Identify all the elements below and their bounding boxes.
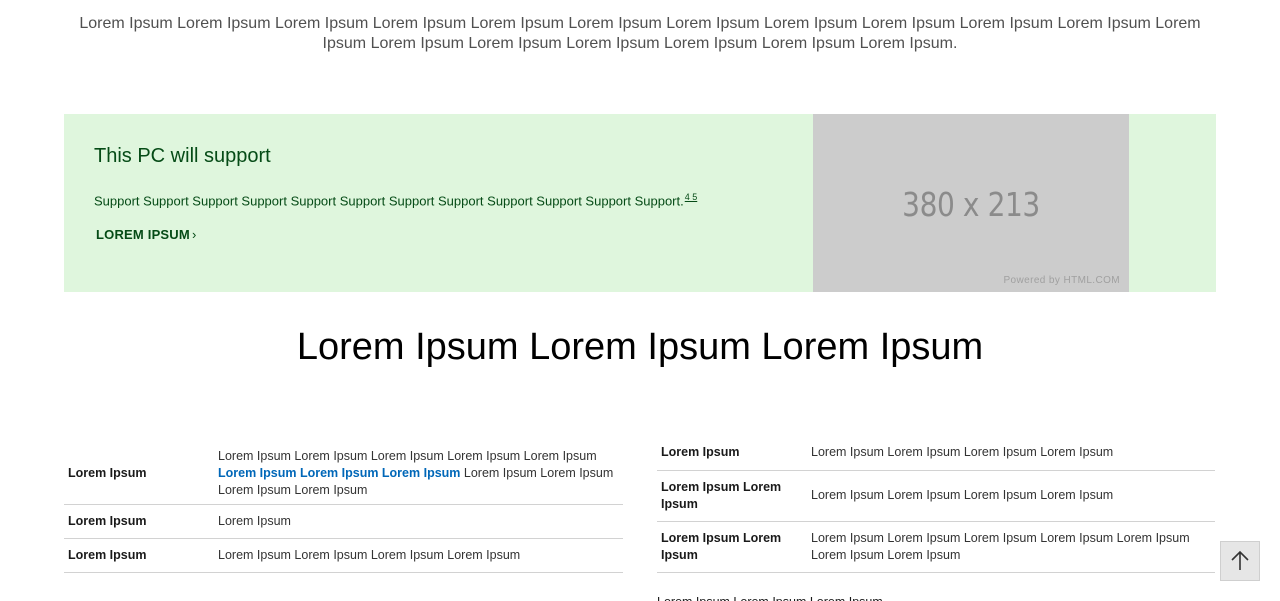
table-row: Lorem Ipsum Lorem Ipsum Lorem Ipsum Lore… (657, 436, 1215, 471)
table-row-value: Lorem Ipsum Lorem Ipsum Lorem Ipsum Lore… (807, 521, 1215, 573)
table-row-value: Lorem Ipsum Lorem Ipsum Lorem Ipsum Lore… (214, 444, 623, 505)
value-text: Lorem Ipsum Lorem Ipsum Lorem Ipsum Lore… (218, 449, 597, 464)
placeholder-size-label: 380 x 213 (902, 185, 1040, 224)
banner-footnotes[interactable]: 4 5 (685, 192, 698, 202)
banner-cta-label: LOREM IPSUM (96, 227, 190, 242)
spec-table-right: Lorem Ipsum Lorem Ipsum Lorem Ipsum Lore… (657, 436, 1215, 573)
table-row-key: Lorem Ipsum (64, 444, 214, 505)
chevron-right-icon: › (191, 227, 197, 242)
table-row-value: Lorem Ipsum Lorem Ipsum Lorem Ipsum Lore… (807, 470, 1215, 522)
table-row-key: Lorem Ipsum Lorem Ipsum (657, 470, 807, 522)
banner-title: This PC will support (94, 145, 271, 167)
table-row-key: Lorem Ipsum (64, 538, 214, 573)
table-row-key: Lorem Ipsum (657, 436, 807, 471)
inline-link[interactable]: Lorem Ipsum Lorem Ipsum Lorem Ipsum (218, 466, 460, 480)
table-row-value: Lorem Ipsum (214, 504, 623, 539)
table-row: Lorem Ipsum Lorem Ipsum Lorem Ipsum Lore… (64, 538, 623, 573)
back-to-top-button[interactable] (1220, 541, 1260, 581)
table-row: Lorem Ipsum Lorem Ipsum Lorem Ipsum Lore… (657, 470, 1215, 522)
table-row: Lorem Ipsum Lorem Ipsum (64, 504, 623, 539)
intro-text: Lorem Ipsum Lorem Ipsum Lorem Ipsum Lore… (79, 15, 1201, 52)
placeholder-image: 380 x 213 Powered by HTML.COM (813, 114, 1129, 292)
arrow-up-icon (1231, 550, 1249, 570)
table-row-value: Lorem Ipsum Lorem Ipsum Lorem Ipsum Lore… (214, 538, 623, 573)
banner-text-body: Support Support Support Support Support … (94, 193, 684, 209)
spec-table-left: Lorem Ipsum Lorem Ipsum Lorem Ipsum Lore… (64, 444, 623, 573)
table-row-value: Lorem Ipsum Lorem Ipsum Lorem Ipsum Lore… (807, 436, 1215, 471)
placeholder-credit: Powered by HTML.COM (1003, 275, 1120, 286)
table-row-key: Lorem Ipsum (64, 504, 214, 539)
table-row-key: Lorem Ipsum Lorem Ipsum (657, 521, 807, 573)
banner-cta-link[interactable]: LOREM IPSUM › (96, 227, 196, 242)
table-row: Lorem Ipsum Lorem Ipsum Lorem Ipsum Lore… (657, 521, 1215, 573)
table-row: Lorem Ipsum Lorem Ipsum Lorem Ipsum Lore… (64, 444, 623, 505)
partial-table-row: Lorem Ipsum Lorem Ipsum Lorem Ipsum (657, 594, 957, 601)
support-banner: This PC will support Support Support Sup… (64, 114, 1216, 292)
banner-text: Support Support Support Support Support … (94, 192, 697, 208)
section-heading: Lorem Ipsum Lorem Ipsum Lorem Ipsum (296, 326, 984, 368)
